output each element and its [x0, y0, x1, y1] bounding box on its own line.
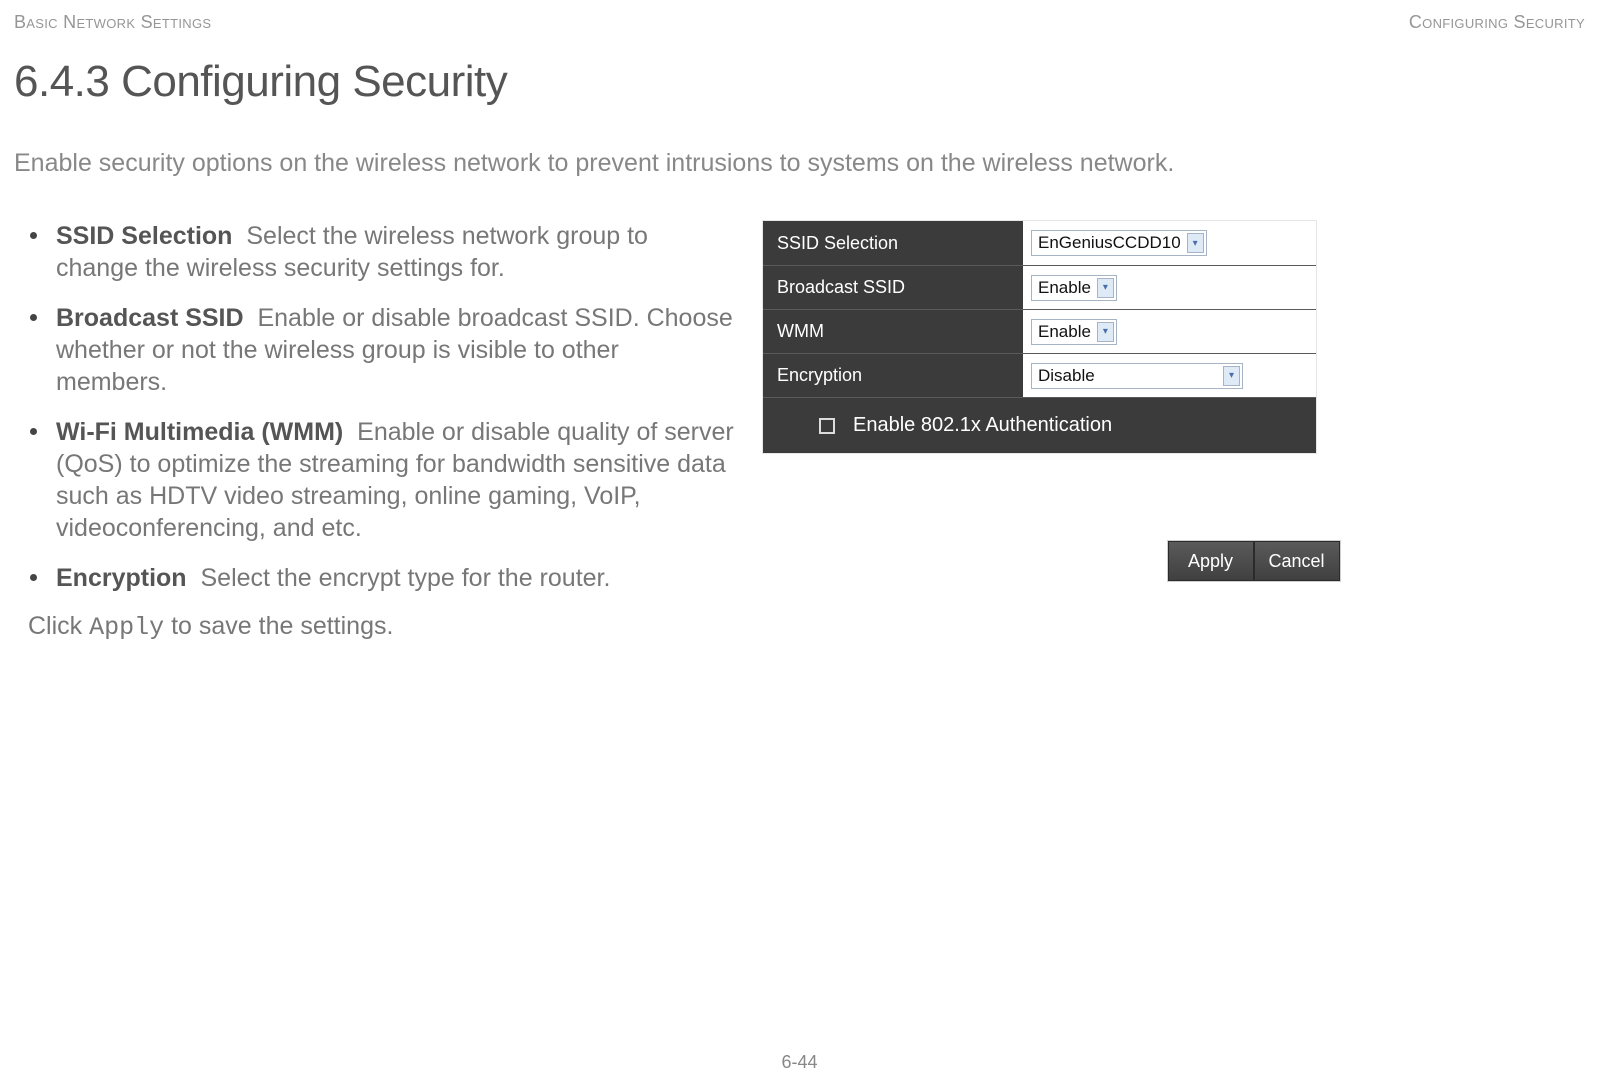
- select-value: Disable: [1038, 366, 1095, 386]
- row-auth: Enable 802.1x Authentication: [763, 397, 1316, 453]
- select-wmm[interactable]: Enable ▾: [1031, 319, 1117, 345]
- select-value: Enable: [1038, 322, 1091, 342]
- chevron-down-icon: ▾: [1097, 322, 1114, 342]
- label-8021x: Enable 802.1x Authentication: [853, 414, 1112, 437]
- select-encryption[interactable]: Disable ▾: [1031, 363, 1243, 389]
- def-ssid-selection: SSID Selection Select the wireless netwo…: [56, 220, 734, 284]
- label-encryption: Encryption: [763, 354, 1023, 397]
- page-title: 6.4.3 Configuring Security: [14, 57, 1585, 107]
- row-wmm: WMM Enable ▾: [763, 309, 1316, 353]
- header-right: Configuring Security: [1409, 12, 1585, 33]
- chevron-down-icon: ▾: [1097, 278, 1114, 298]
- row-broadcast-ssid: Broadcast SSID Enable ▾: [763, 265, 1316, 309]
- select-value: EnGeniusCCDD10: [1038, 233, 1181, 253]
- row-ssid-selection: SSID Selection EnGeniusCCDD10 ▾: [763, 221, 1316, 265]
- apply-post: to save the settings.: [164, 612, 393, 640]
- security-settings-panel: SSID Selection EnGeniusCCDD10 ▾ Broadcas…: [762, 220, 1317, 454]
- def-broadcast-ssid: Broadcast SSID Enable or disable broadca…: [56, 302, 734, 398]
- header-left: Basic Network Settings: [14, 12, 211, 33]
- def-term: Wi-Fi Multimedia (WMM): [56, 418, 343, 446]
- chevron-down-icon: ▾: [1187, 233, 1204, 253]
- def-term: Encryption: [56, 564, 187, 592]
- intro-text: Enable security options on the wireless …: [14, 149, 1585, 178]
- cancel-button[interactable]: Cancel: [1254, 541, 1340, 581]
- label-broadcast-ssid: Broadcast SSID: [763, 266, 1023, 309]
- apply-button[interactable]: Apply: [1168, 541, 1254, 581]
- label-wmm: WMM: [763, 310, 1023, 353]
- select-value: Enable: [1038, 278, 1091, 298]
- def-wmm: Wi-Fi Multimedia (WMM) Enable or disable…: [56, 416, 734, 544]
- label-ssid-selection: SSID Selection: [763, 221, 1023, 265]
- apply-instruction: Click Apply to save the settings.: [14, 612, 734, 642]
- row-encryption: Encryption Disable ▾: [763, 353, 1316, 397]
- chevron-down-icon: ▾: [1223, 366, 1240, 386]
- checkbox-8021x[interactable]: [819, 418, 835, 434]
- button-pair: Apply Cancel: [1167, 540, 1341, 582]
- page-number: 6-44: [0, 1052, 1599, 1073]
- select-broadcast-ssid[interactable]: Enable ▾: [1031, 275, 1117, 301]
- def-term: Broadcast SSID: [56, 304, 244, 332]
- def-term: SSID Selection: [56, 222, 232, 250]
- def-desc: Select the encrypt type for the router.: [200, 564, 610, 592]
- def-encryption: Encryption Select the encrypt type for t…: [56, 562, 734, 594]
- apply-pre: Click: [28, 612, 89, 640]
- apply-code: Apply: [89, 613, 164, 642]
- select-ssid-selection[interactable]: EnGeniusCCDD10 ▾: [1031, 230, 1207, 256]
